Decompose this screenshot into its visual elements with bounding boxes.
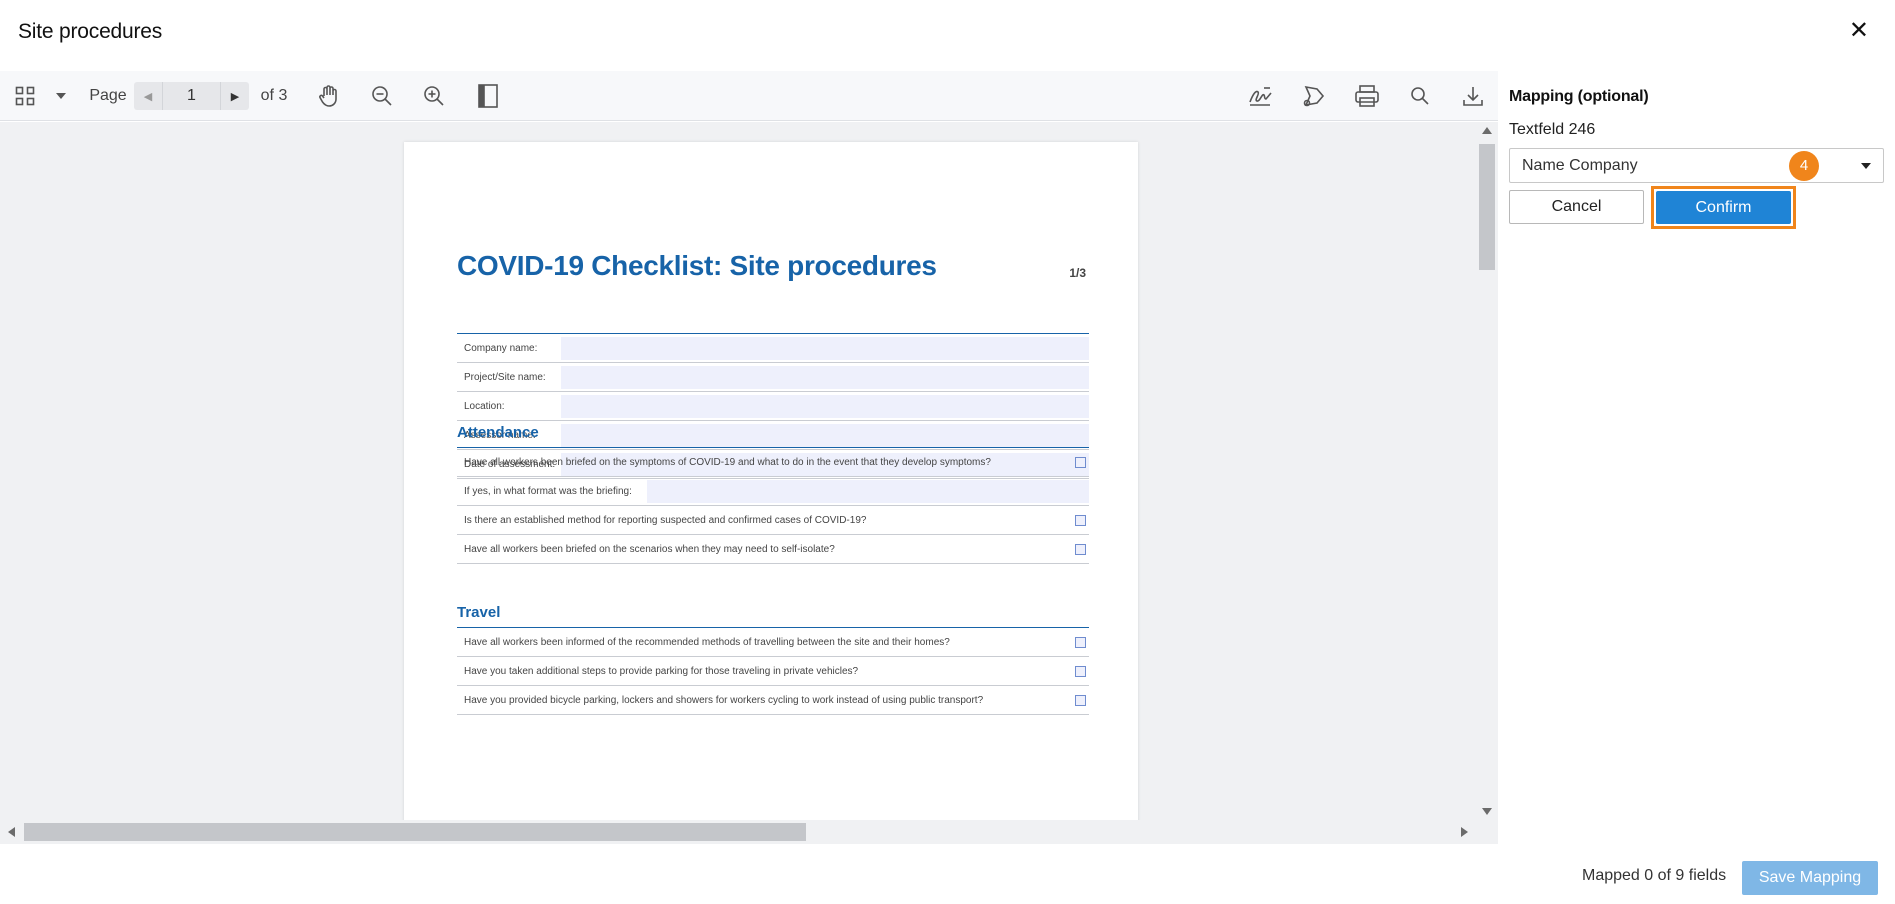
document-title: COVID-19 Checklist: Site procedures	[457, 250, 937, 281]
attendance-table: Have all workers been briefed on the sym…	[457, 447, 1089, 564]
hand-pan-icon[interactable]	[314, 71, 344, 121]
scroll-right-icon[interactable]	[1461, 827, 1468, 837]
question-row: If yes, in what format was the briefing:	[457, 477, 1089, 506]
horizontal-scrollbar[interactable]	[0, 820, 1476, 844]
signature-icon[interactable]	[1246, 71, 1276, 121]
question-text: Have you provided bicycle parking, locke…	[464, 695, 984, 706]
question-row: Have all workers been briefed on the sce…	[457, 535, 1089, 564]
field-name-label: Textfeld 246	[1509, 121, 1596, 138]
dialog-header: Site procedures ✕	[0, 0, 1895, 68]
close-icon[interactable]: ✕	[1849, 18, 1869, 44]
next-page-icon[interactable]: ▶	[221, 82, 249, 110]
cancel-button[interactable]: Cancel	[1509, 190, 1644, 224]
question-row: Have all workers been briefed on the sym…	[457, 448, 1089, 477]
mapping-status: Mapped 0 of 9 fields	[1582, 867, 1727, 884]
zoom-out-icon[interactable]	[367, 71, 397, 121]
company-name-field[interactable]	[561, 337, 1089, 360]
zoom-in-icon[interactable]	[419, 71, 449, 121]
save-mapping-button[interactable]: Save Mapping	[1742, 861, 1878, 895]
mapping-select-value: Name Company	[1522, 157, 1638, 174]
download-icon[interactable]	[1459, 71, 1487, 121]
pdf-viewer[interactable]: COVID-19 Checklist: Site procedures 1/3 …	[0, 122, 1476, 820]
form-label: Project/Site name:	[464, 372, 546, 383]
section-heading-attendance: Attendance	[457, 424, 539, 441]
question-text: Have all workers been briefed on the sym…	[464, 457, 991, 468]
page-count-wrap: of 3	[257, 71, 291, 121]
vertical-scrollbar[interactable]	[1476, 122, 1498, 820]
print-icon[interactable]	[1352, 71, 1382, 121]
scrollbar-corner	[1476, 820, 1498, 844]
page-label: Page	[89, 87, 127, 104]
dialog-title: Site procedures	[18, 20, 163, 43]
question-text: Have all workers been briefed on the sce…	[464, 544, 835, 555]
single-page-icon[interactable]	[473, 71, 503, 121]
page-label-wrap: Page	[88, 71, 128, 121]
pdf-toolbar: Page ◀ 1 ▶ of 3	[0, 71, 1498, 121]
form-label: Location:	[464, 401, 505, 412]
question-row: Have all workers been informed of the re…	[457, 628, 1089, 657]
annotate-icon[interactable]	[1299, 71, 1329, 121]
page-number-input[interactable]: 1	[162, 82, 221, 110]
mapping-select[interactable]: Name Company	[1509, 148, 1884, 183]
question-text: If yes, in what format was the briefing:	[464, 486, 632, 497]
form-row: Location:	[457, 392, 1089, 421]
location-field[interactable]	[561, 395, 1089, 418]
question-checkbox[interactable]	[1075, 666, 1086, 677]
scroll-up-icon[interactable]	[1482, 127, 1492, 134]
form-row: Company name:	[457, 334, 1089, 363]
form-row: Assessor name:	[457, 421, 1089, 450]
briefing-format-field[interactable]	[647, 480, 1089, 503]
question-checkbox[interactable]	[1075, 457, 1086, 468]
question-text: Have you taken additional steps to provi…	[464, 666, 859, 677]
form-row: Project/Site name:	[457, 363, 1089, 392]
mapping-title: Mapping (optional)	[1509, 88, 1649, 105]
question-text: Is there an established method for repor…	[464, 515, 867, 526]
question-row: Is there an established method for repor…	[457, 506, 1089, 535]
question-checkbox[interactable]	[1075, 695, 1086, 706]
assessor-name-field[interactable]	[561, 424, 1089, 447]
question-row: Have you provided bicycle parking, locke…	[457, 686, 1089, 715]
page-count-label: of 3	[260, 87, 288, 104]
chevron-down-icon	[1861, 163, 1871, 169]
question-text: Have all workers been informed of the re…	[464, 637, 950, 648]
document-page: COVID-19 Checklist: Site procedures 1/3 …	[404, 142, 1138, 820]
question-checkbox[interactable]	[1075, 544, 1086, 555]
scroll-down-icon[interactable]	[1482, 808, 1492, 815]
chevron-down-icon[interactable]	[52, 71, 70, 121]
project-site-name-field[interactable]	[561, 366, 1089, 389]
grid-view-icon[interactable]	[12, 71, 38, 121]
page-navigator: ◀ 1 ▶	[134, 82, 249, 110]
form-label: Company name:	[464, 343, 538, 354]
scroll-left-icon[interactable]	[8, 827, 15, 837]
step-badge: 4	[1789, 151, 1819, 181]
horizontal-scroll-thumb[interactable]	[24, 823, 806, 841]
document-page-indicator: 1/3	[1069, 266, 1086, 280]
prev-page-icon[interactable]: ◀	[134, 82, 162, 110]
vertical-scroll-thumb[interactable]	[1479, 144, 1495, 270]
search-icon[interactable]	[1406, 71, 1434, 121]
question-checkbox[interactable]	[1075, 515, 1086, 526]
question-row: Have you taken additional steps to provi…	[457, 657, 1089, 686]
travel-table: Have all workers been informed of the re…	[457, 627, 1089, 715]
section-heading-travel: Travel	[457, 604, 501, 621]
confirm-button[interactable]: Confirm	[1656, 191, 1791, 224]
question-checkbox[interactable]	[1075, 637, 1086, 648]
